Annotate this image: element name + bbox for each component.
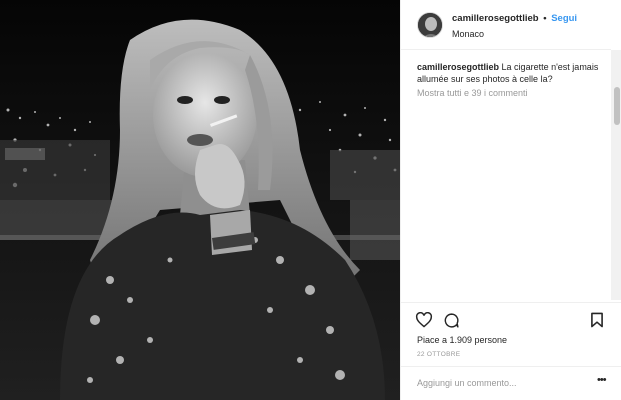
comment-input[interactable] bbox=[417, 375, 587, 391]
separator-dot: • bbox=[543, 13, 547, 24]
avatar-image bbox=[418, 13, 442, 37]
view-all-comments-link[interactable]: Mostra tutti e 39 i commenti bbox=[417, 88, 528, 98]
post-author: camillerosegottlieb • Segui bbox=[452, 13, 577, 24]
post-caption: camillerosegottlieb La cigarette n'est j… bbox=[417, 61, 599, 85]
caption-username[interactable]: camillerosegottlieb bbox=[417, 62, 499, 72]
post-date: 22 OTTOBRE bbox=[417, 351, 461, 358]
instagram-post-modal: camillerosegottlieb • Segui Monaco camil… bbox=[0, 0, 621, 400]
bookmark-icon[interactable] bbox=[590, 312, 604, 333]
post-photo[interactable] bbox=[0, 0, 400, 400]
likes-count[interactable]: Piace a 1.909 persone bbox=[417, 335, 507, 345]
scrollbar-thumb[interactable] bbox=[614, 87, 620, 125]
username-link[interactable]: camillerosegottlieb bbox=[452, 13, 539, 24]
heart-icon[interactable] bbox=[415, 311, 433, 333]
comment-bubble-icon[interactable] bbox=[443, 312, 460, 334]
photo-image bbox=[0, 0, 400, 400]
comments-scrollbar[interactable] bbox=[611, 50, 621, 300]
more-options-icon[interactable]: ••• bbox=[597, 374, 607, 386]
location-link[interactable]: Monaco bbox=[452, 29, 484, 39]
post-actions: Piace a 1.909 persone 22 OTTOBRE bbox=[401, 302, 621, 373]
post-side-panel: camillerosegottlieb • Segui Monaco camil… bbox=[400, 0, 621, 400]
follow-button[interactable]: Segui bbox=[551, 13, 577, 24]
avatar[interactable] bbox=[417, 12, 443, 38]
post-header: camillerosegottlieb • Segui Monaco bbox=[401, 0, 611, 50]
add-comment-bar: ••• bbox=[401, 366, 621, 400]
